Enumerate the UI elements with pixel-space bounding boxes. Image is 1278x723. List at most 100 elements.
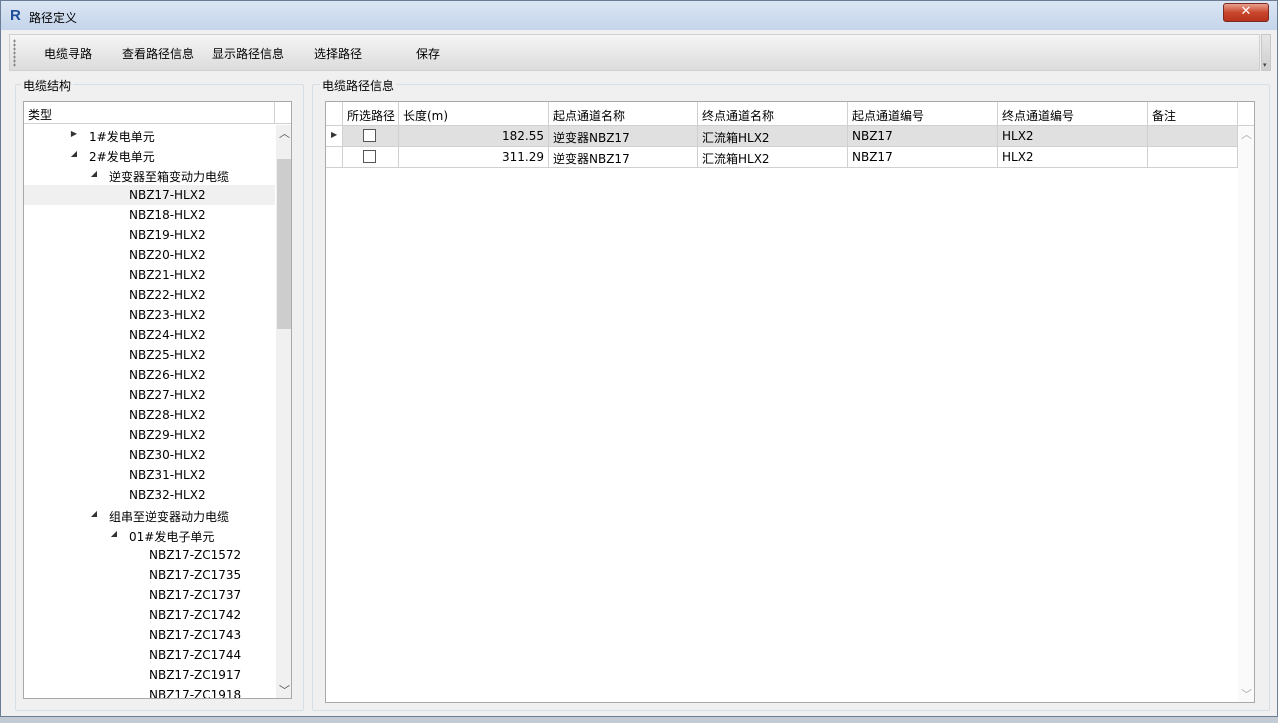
tree-item-label: 组串至逆变器动力电缆 — [109, 510, 230, 524]
start-channel-name-cell[interactable]: 逆变器NBZ17 — [549, 147, 698, 168]
tree-item-label: NBZ24-HLX2 — [129, 328, 206, 342]
tree-expanded-arrow-icon[interactable]: ◢ — [89, 509, 99, 518]
length-cell[interactable]: 182.55 — [399, 126, 549, 147]
tree-leaf-item[interactable]: NBZ23-HLX2 — [24, 305, 275, 325]
tree-expanded-arrow-icon[interactable]: ◢ — [109, 529, 119, 538]
end-channel-name-cell[interactable]: 汇流箱HLX2 — [698, 147, 848, 168]
tree-leaf-item[interactable]: NBZ24-HLX2 — [24, 325, 275, 345]
tree-leaf-item[interactable]: NBZ25-HLX2 — [24, 345, 275, 365]
tree-leaf-item[interactable]: NBZ17-ZC1742 — [24, 605, 275, 625]
tree-column-header[interactable]: 类型 — [24, 102, 275, 124]
grid-scroll-down-icon[interactable]: ﹀ — [1238, 686, 1254, 702]
route-definition-window: R 路径定义 ✕ 电缆寻路 查看路径信息 显示路径信息 选择路径 保存 ▾ 电缆… — [0, 0, 1278, 717]
tree-body: ▶ 1#发电单元 ◢ 2#发电单元 ◢ 逆变器至箱变动力电缆 NBZ17-HLX2 NBZ18… — [24, 125, 275, 699]
grid-header-corner — [326, 102, 343, 126]
table-row[interactable]: ▶ 182.55 逆变器NBZ17 汇流箱HLX2 NBZ17 HLX2 — [326, 126, 1238, 147]
end-channel-name-cell[interactable]: 汇流箱HLX2 — [698, 126, 848, 147]
tree-collapsed-arrow-icon[interactable]: ▶ — [69, 129, 79, 138]
start-channel-name-column-header[interactable]: 起点通道名称 — [549, 102, 698, 126]
tree-leaf-item[interactable]: NBZ30-HLX2 — [24, 445, 275, 465]
route-select-checkbox[interactable] — [363, 150, 376, 163]
tree-item-label: NBZ28-HLX2 — [129, 408, 206, 422]
row-header[interactable] — [326, 147, 343, 168]
end-channel-name-column-header[interactable]: 终点通道名称 — [698, 102, 848, 126]
tree-leaf-item[interactable]: NBZ17-ZC1737 — [24, 585, 275, 605]
scroll-up-icon[interactable]: ︿ — [276, 125, 291, 142]
tree-item-label: NBZ27-HLX2 — [129, 388, 206, 402]
toolbar-overflow-button[interactable]: ▾ — [1261, 34, 1271, 71]
tree-node-item[interactable]: ◢ 2#发电单元 — [24, 145, 275, 165]
selected-route-column-header[interactable]: 所选路径 — [343, 102, 399, 126]
tree-item-label: NBZ25-HLX2 — [129, 348, 206, 362]
table-row[interactable]: 311.29 逆变器NBZ17 汇流箱HLX2 NBZ17 HLX2 — [326, 147, 1238, 168]
select-route-button[interactable]: 选择路径 — [314, 45, 362, 62]
show-route-info-button[interactable]: 显示路径信息 — [212, 45, 284, 62]
start-channel-code-column-header[interactable]: 起点通道编号 — [848, 102, 998, 126]
tree-item-label: NBZ20-HLX2 — [129, 248, 206, 262]
app-logo-icon: R — [10, 7, 21, 24]
tree-item-label: NBZ29-HLX2 — [129, 428, 206, 442]
note-cell[interactable] — [1148, 147, 1238, 168]
row-header[interactable]: ▶ — [326, 126, 343, 147]
tree-leaf-item[interactable]: NBZ17-ZC1572 — [24, 545, 275, 565]
tree-node-item[interactable]: ◢ 逆变器至箱变动力电缆 — [24, 165, 275, 185]
window-title: 路径定义 — [29, 11, 78, 25]
tree-leaf-item[interactable]: NBZ26-HLX2 — [24, 365, 275, 385]
start-channel-code-cell[interactable]: NBZ17 — [848, 126, 998, 147]
tree-node-item[interactable]: ▶ 1#发电单元 — [24, 125, 275, 145]
tree-leaf-item[interactable]: NBZ28-HLX2 — [24, 405, 275, 425]
tree-header-corner — [275, 102, 291, 124]
length-column-header[interactable]: 长度(m) — [399, 102, 549, 126]
tree-leaf-item[interactable]: NBZ17-ZC1917 — [24, 665, 275, 685]
grid-scrollbar[interactable]: ︿ ﹀ — [1238, 126, 1254, 702]
tree-item-label: NBZ22-HLX2 — [129, 288, 206, 302]
tree-node-item[interactable]: ◢ 01#发电子单元 — [24, 525, 275, 545]
tree-item-label: NBZ17-ZC1572 — [149, 548, 242, 562]
tree-leaf-item[interactable]: NBZ32-HLX2 — [24, 485, 275, 505]
note-column-header[interactable]: 备注 — [1148, 102, 1238, 126]
tree-item-label: NBZ17-ZC1735 — [149, 568, 242, 582]
route-select-checkbox[interactable] — [363, 129, 376, 142]
cable-routing-button[interactable]: 电缆寻路 — [44, 45, 92, 62]
scroll-down-icon[interactable]: ﹀ — [276, 682, 291, 698]
tree-leaf-item[interactable]: NBZ17-ZC1918 — [24, 685, 275, 699]
end-channel-code-column-header[interactable]: 终点通道编号 — [998, 102, 1148, 126]
tree-leaf-item[interactable]: NBZ31-HLX2 — [24, 465, 275, 485]
tree-item-label: NBZ17-ZC1918 — [149, 688, 242, 699]
grid-header-filler — [1238, 102, 1254, 126]
tree-leaf-item[interactable]: NBZ18-HLX2 — [24, 205, 275, 225]
tree-node-item[interactable]: ◢ 组串至逆变器动力电缆 — [24, 505, 275, 525]
length-cell[interactable]: 311.29 — [399, 147, 549, 168]
tree-scrollbar[interactable]: ︿ ﹀ — [276, 125, 291, 698]
save-button[interactable]: 保存 — [416, 45, 440, 62]
tree-leaf-item[interactable]: NBZ19-HLX2 — [24, 225, 275, 245]
tree-leaf-item[interactable]: NBZ20-HLX2 — [24, 245, 275, 265]
cable-structure-label: 电缆结构 — [21, 77, 74, 94]
tree-leaf-item[interactable]: NBZ17-ZC1735 — [24, 565, 275, 585]
tree-item-label: NBZ17-ZC1742 — [149, 608, 242, 622]
tree-leaf-item[interactable]: NBZ17-ZC1744 — [24, 645, 275, 665]
toolbar-grip-icon[interactable] — [13, 39, 16, 67]
tree-leaf-item[interactable]: NBZ22-HLX2 — [24, 285, 275, 305]
start-channel-name-cell[interactable]: 逆变器NBZ17 — [549, 126, 698, 147]
tree-item-label: 1#发电单元 — [89, 130, 155, 144]
tree-expanded-arrow-icon[interactable]: ◢ — [89, 169, 99, 178]
tree-leaf-item[interactable]: NBZ29-HLX2 — [24, 425, 275, 445]
start-channel-code-cell[interactable]: NBZ17 — [848, 147, 998, 168]
tree-item-label: NBZ17-ZC1744 — [149, 648, 242, 662]
end-channel-code-cell[interactable]: HLX2 — [998, 147, 1148, 168]
note-cell[interactable] — [1148, 126, 1238, 147]
view-route-info-button[interactable]: 查看路径信息 — [122, 45, 194, 62]
tree-item-label: NBZ17-ZC1917 — [149, 668, 242, 682]
tree-item-label: NBZ17-ZC1743 — [149, 628, 242, 642]
tree-scroll-thumb[interactable] — [277, 159, 291, 329]
tree-leaf-item[interactable]: NBZ17-ZC1743 — [24, 625, 275, 645]
end-channel-code-cell[interactable]: HLX2 — [998, 126, 1148, 147]
tree-leaf-item[interactable]: NBZ27-HLX2 — [24, 385, 275, 405]
title-bar[interactable]: R 路径定义 ✕ — [1, 1, 1277, 30]
tree-expanded-arrow-icon[interactable]: ◢ — [69, 149, 79, 158]
tree-leaf-item[interactable]: NBZ17-HLX2 — [24, 185, 275, 205]
close-button[interactable]: ✕ — [1223, 3, 1269, 22]
tree-leaf-item[interactable]: NBZ21-HLX2 — [24, 265, 275, 285]
grid-scroll-up-icon[interactable]: ︿ — [1238, 126, 1254, 143]
